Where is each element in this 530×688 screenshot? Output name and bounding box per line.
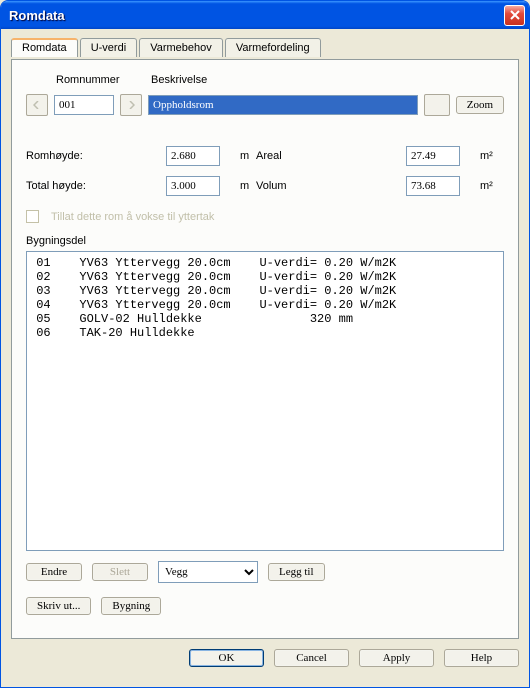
tab-romdata[interactable]: Romdata	[11, 38, 78, 57]
picker-button[interactable]	[424, 94, 450, 116]
label-tillat: Tillat dette rom å vokse til yttertak	[51, 211, 214, 223]
window-title: Romdata	[9, 8, 65, 23]
romnummer-input[interactable]	[54, 95, 114, 115]
label-areal: Areal	[256, 150, 336, 162]
beskrivelse-input[interactable]	[148, 95, 418, 115]
next-room-button[interactable]	[120, 94, 142, 116]
titlebar: Romdata	[1, 1, 529, 29]
leggtil-button[interactable]: Legg til	[268, 563, 325, 581]
tab-varmebehov[interactable]: Varmebehov	[139, 38, 223, 57]
areal-input[interactable]	[406, 146, 460, 166]
close-button[interactable]	[504, 5, 525, 26]
type-select[interactable]: Vegg	[158, 561, 258, 583]
label-romnummer: Romnummer	[56, 74, 151, 86]
prev-room-button[interactable]	[26, 94, 48, 116]
romhoyde-input[interactable]	[166, 146, 220, 166]
label-beskrivelse: Beskrivelse	[151, 74, 207, 86]
totalhoyde-input[interactable]	[166, 176, 220, 196]
label-bygningsdel: Bygningsdel	[26, 235, 504, 247]
skrivut-button[interactable]: Skriv ut...	[26, 597, 91, 615]
unit-m2-1: m²	[480, 150, 501, 162]
zoom-button[interactable]: Zoom	[456, 96, 504, 114]
chevron-right-icon	[127, 101, 135, 109]
label-romhoyde: Romhøyde:	[26, 150, 166, 162]
apply-button[interactable]: Apply	[359, 649, 434, 667]
tab-varmefordeling[interactable]: Varmefordeling	[225, 38, 321, 57]
unit-m-1: m	[240, 150, 256, 162]
unit-m2-2: m²	[480, 180, 501, 192]
cancel-button[interactable]: Cancel	[274, 649, 349, 667]
chevron-left-icon	[33, 101, 41, 109]
help-button[interactable]: Help	[444, 649, 519, 667]
label-totalhoyde: Total høyde:	[26, 180, 166, 192]
label-volum: Volum	[256, 180, 336, 192]
endre-button[interactable]: Endre	[26, 563, 82, 581]
tab-panel: Romnummer Beskrivelse Zoom	[11, 59, 519, 639]
volum-input[interactable]	[406, 176, 460, 196]
close-icon	[510, 10, 520, 20]
tillat-checkbox[interactable]	[26, 210, 39, 223]
bygning-button[interactable]: Bygning	[101, 597, 161, 615]
bygningsdel-list[interactable]: 01 YV63 Yttervegg 20.0cm U-verdi= 0.20 W…	[26, 251, 504, 551]
unit-m-2: m	[240, 180, 256, 192]
slett-button[interactable]: Slett	[92, 563, 148, 581]
tab-uverdi[interactable]: U-verdi	[80, 38, 137, 57]
ok-button[interactable]: OK	[189, 649, 264, 667]
